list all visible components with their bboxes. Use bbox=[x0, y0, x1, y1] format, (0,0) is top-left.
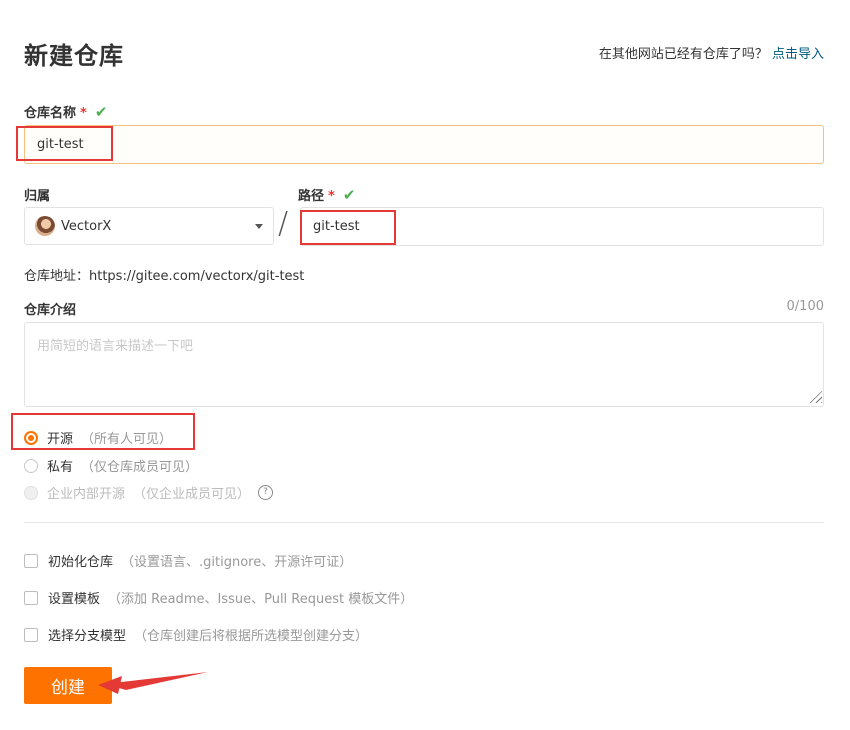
owner-select[interactable]: VectorX bbox=[24, 207, 274, 245]
import-prompt: 在其他网站已经有仓库了吗？ bbox=[598, 47, 768, 62]
checkbox[interactable] bbox=[24, 553, 38, 568]
annotation-arrow-icon bbox=[98, 672, 208, 694]
option-branch-model[interactable]: 选择分支模型 （仓库创建后将根据所选模型创建分支） bbox=[24, 625, 368, 644]
import-hint: 在其他网站已经有仓库了吗？ 点击导入 bbox=[599, 43, 824, 62]
radio-button[interactable] bbox=[24, 458, 38, 473]
page-title: 新建仓库 bbox=[24, 42, 124, 70]
option-hint: （仅仓库成员可见） bbox=[81, 460, 199, 475]
description-label: 仓库介绍 bbox=[24, 303, 77, 318]
repo-name-label: 仓库名称 * ✔ bbox=[24, 103, 108, 121]
checkbox[interactable] bbox=[24, 627, 38, 642]
description-counter: 0/100 bbox=[786, 299, 824, 314]
option-hint: （仓库创建后将根据所选模型创建分支） bbox=[134, 629, 369, 644]
option-hint: （添加 Readme、Issue、Pull Request 模板文件） bbox=[108, 592, 414, 607]
owner-value: VectorX bbox=[61, 218, 112, 234]
check-icon: ✔ bbox=[94, 103, 108, 121]
import-link[interactable]: 点击导入 bbox=[772, 47, 824, 62]
option-label: 私有 bbox=[47, 460, 74, 475]
option-label: 选择分支模型 bbox=[48, 629, 127, 644]
option-hint: （设置语言、.gitignore、开源许可证） bbox=[121, 555, 353, 570]
option-hint: （仅企业成员可见） bbox=[133, 487, 251, 502]
divider bbox=[24, 522, 824, 523]
required-mark: * bbox=[80, 106, 87, 121]
description-textarea[interactable] bbox=[24, 322, 824, 407]
radio-button bbox=[24, 485, 38, 500]
repo-name-input[interactable] bbox=[24, 125, 824, 164]
option-init-repo[interactable]: 初始化仓库 （设置语言、.gitignore、开源许可证） bbox=[24, 551, 352, 570]
option-label: 初始化仓库 bbox=[48, 555, 114, 570]
owner-label: 归属 bbox=[24, 189, 51, 204]
option-label: 企业内部开源 bbox=[47, 487, 126, 502]
avatar bbox=[35, 216, 55, 236]
required-mark: * bbox=[328, 189, 335, 204]
path-label: 路径 * ✔ bbox=[298, 186, 356, 204]
path-input[interactable] bbox=[300, 207, 824, 246]
chevron-down-icon bbox=[255, 223, 263, 229]
help-icon[interactable]: ? bbox=[258, 485, 274, 500]
path-separator: / bbox=[278, 206, 289, 241]
radio-button[interactable] bbox=[24, 430, 38, 445]
check-icon: ✔ bbox=[342, 186, 356, 204]
option-template[interactable]: 设置模板 （添加 Readme、Issue、Pull Request 模板文件） bbox=[24, 588, 413, 607]
visibility-option-enterprise: 企业内部开源 （仅企业成员可见） ? bbox=[24, 483, 274, 502]
visibility-option-private[interactable]: 私有 （仅仓库成员可见） bbox=[24, 456, 198, 475]
option-label: 设置模板 bbox=[48, 592, 101, 607]
visibility-option-public[interactable]: 开源 （所有人可见） bbox=[24, 428, 172, 447]
repo-address: 仓库地址：https://gitee.com/vectorx/git-test bbox=[24, 269, 305, 284]
checkbox[interactable] bbox=[24, 590, 38, 605]
option-hint: （所有人可见） bbox=[81, 432, 173, 447]
option-label: 开源 bbox=[47, 432, 74, 447]
